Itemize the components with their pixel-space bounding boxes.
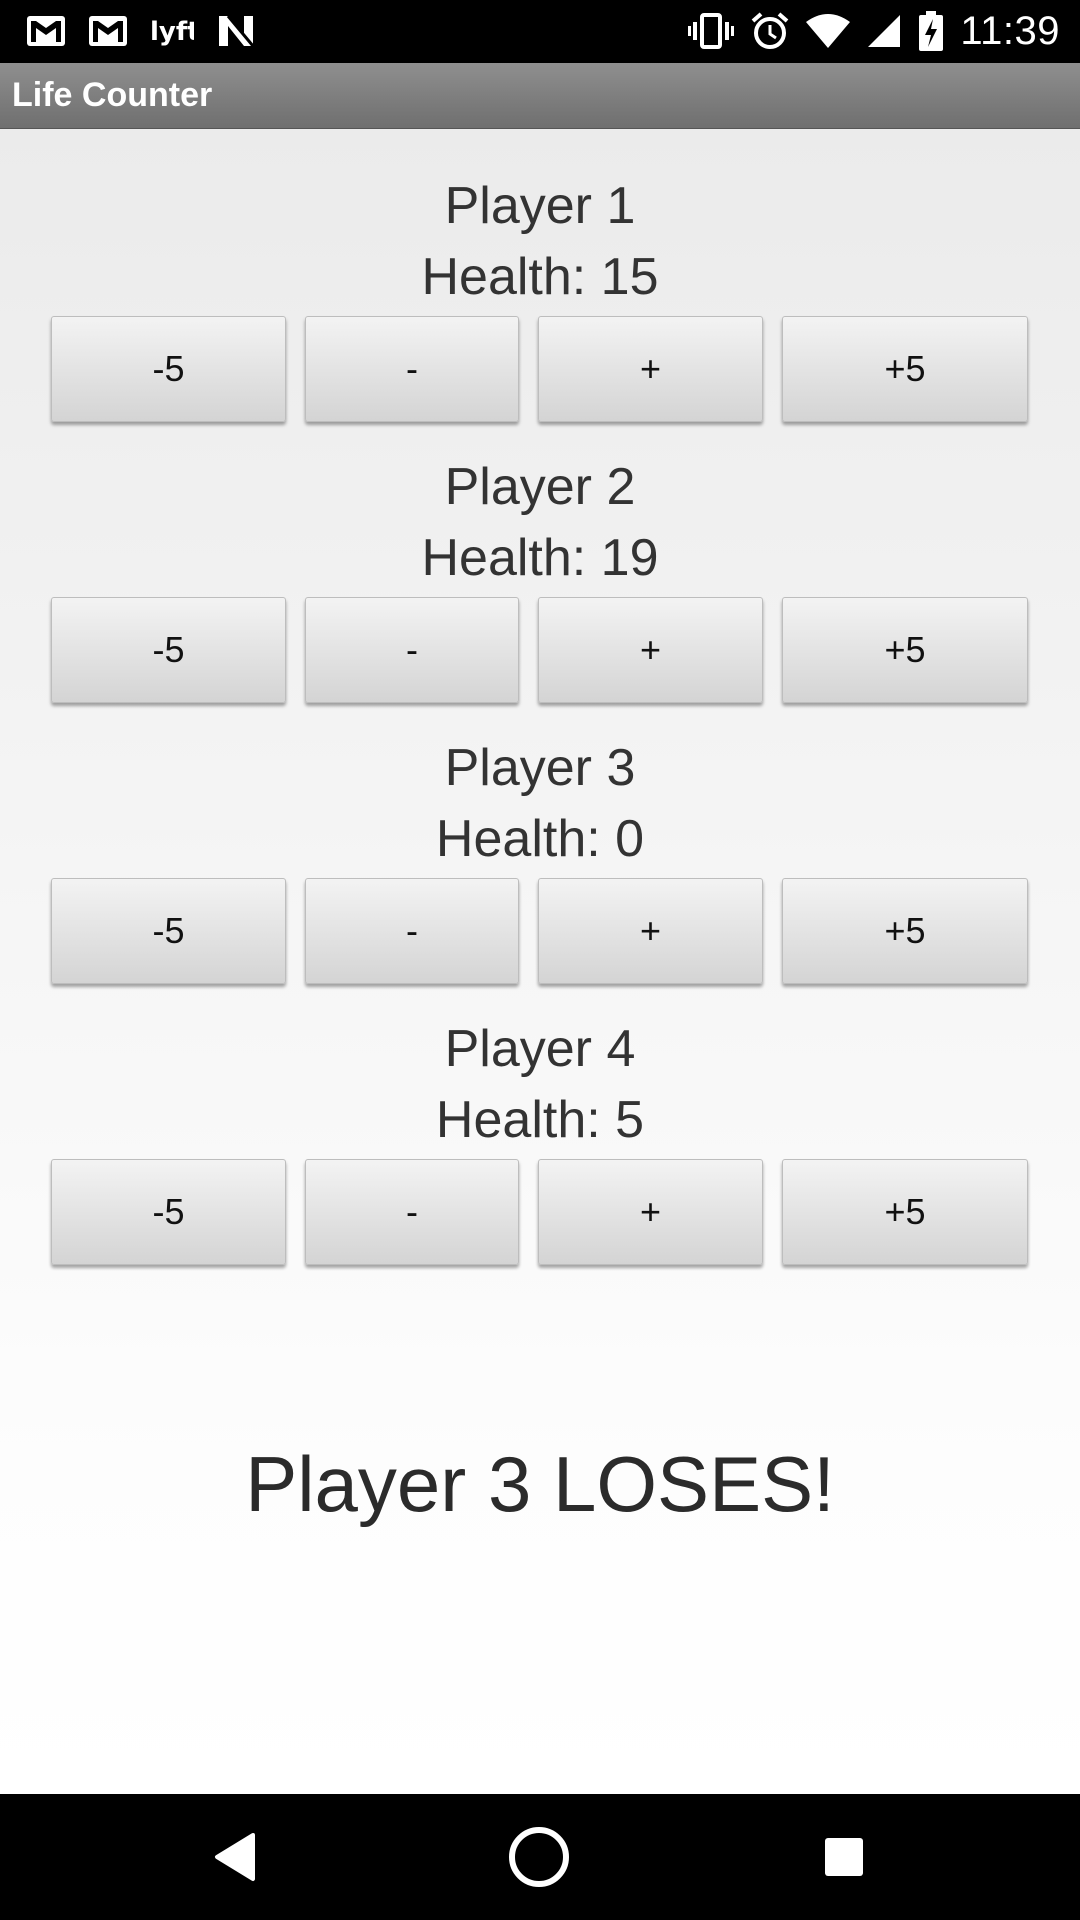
plus-1-button[interactable]: + [538, 1159, 763, 1265]
lyft-icon: lyft [150, 15, 194, 47]
gmail-icon [88, 15, 128, 47]
loser-message: Player 3 LOSES! [245, 1440, 835, 1528]
minus-1-button[interactable]: - [305, 878, 519, 984]
alarm-icon [750, 11, 790, 51]
home-button[interactable] [504, 1822, 574, 1892]
n-app-icon [216, 14, 256, 48]
minus-1-button[interactable]: - [305, 316, 519, 422]
back-icon [213, 1832, 257, 1882]
minus-1-button[interactable]: - [305, 1159, 519, 1265]
plus-1-button[interactable]: + [538, 316, 763, 422]
plus-1-button[interactable]: + [538, 597, 763, 703]
plus-5-button[interactable]: +5 [782, 878, 1028, 984]
minus-5-button[interactable]: -5 [51, 597, 286, 703]
notification-icons: lyft [26, 10, 256, 52]
player-name: Player 3 [444, 739, 636, 797]
minus-5-button[interactable]: -5 [51, 878, 286, 984]
player-4-section: Player 4 Health: 5 -5 - + +5 [0, 972, 1080, 1265]
gmail-icon [26, 15, 66, 47]
status-bar: lyft 11:39 [0, 0, 1080, 63]
system-status: 11:39 [688, 8, 1060, 54]
player-health: Health: 5 [435, 1091, 645, 1149]
navigation-bar [0, 1794, 1080, 1920]
vibrate-icon [688, 13, 735, 49]
player-health: Health: 15 [421, 248, 659, 306]
recents-button[interactable] [809, 1822, 879, 1892]
home-icon [507, 1825, 571, 1889]
player-health: Health: 19 [421, 529, 659, 587]
player-2-section: Player 2 Health: 19 -5 - + +5 [0, 410, 1080, 703]
app-bar: Life Counter [0, 63, 1080, 129]
minus-1-button[interactable]: - [305, 597, 519, 703]
player-name: Player 1 [444, 177, 636, 235]
player-4-controls: -5 - + +5 [0, 1159, 1080, 1269]
plus-5-button[interactable]: +5 [782, 597, 1028, 703]
plus-1-button[interactable]: + [538, 878, 763, 984]
player-1-section: Player 1 Health: 15 -5 - + +5 [0, 129, 1080, 422]
battery-charging-icon [918, 11, 944, 51]
plus-5-button[interactable]: +5 [782, 316, 1028, 422]
recents-icon [823, 1836, 865, 1878]
clock-time: 11:39 [960, 8, 1060, 53]
player-3-section: Player 3 Health: 0 -5 - + +5 [0, 691, 1080, 984]
minus-5-button[interactable]: -5 [51, 316, 286, 422]
svg-text:lyft: lyft [150, 17, 194, 47]
signal-icon [866, 13, 902, 49]
plus-5-button[interactable]: +5 [782, 1159, 1028, 1265]
minus-5-button[interactable]: -5 [51, 1159, 286, 1265]
player-name: Player 4 [444, 1020, 636, 1078]
app-title: Life Counter [12, 76, 213, 114]
back-button[interactable] [200, 1822, 270, 1892]
main-content: Player 1 Health: 15 -5 - + +5 Player 2 H… [0, 129, 1080, 1794]
wifi-icon [806, 14, 851, 48]
player-name: Player 2 [444, 458, 636, 516]
player-health: Health: 0 [435, 810, 645, 868]
